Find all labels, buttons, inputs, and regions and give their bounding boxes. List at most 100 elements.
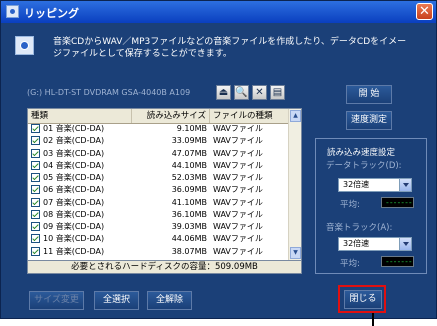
table-row[interactable]: 08 音楽(CD-DA) 36.10MB WAVファイル: [28, 209, 290, 221]
search-button[interactable]: 🔍: [234, 85, 249, 100]
eject-icon: ⏏: [218, 87, 229, 98]
table-row[interactable]: 07 音楽(CD-DA) 41.10MB WAVファイル: [28, 197, 290, 209]
start-button[interactable]: 開 始: [346, 85, 392, 104]
track-checkbox[interactable]: [31, 234, 40, 244]
table-row[interactable]: 10 音楽(CD-DA) 44.06MB WAVファイル: [28, 233, 290, 245]
track-file-type: WAVファイル: [213, 136, 263, 146]
track-size: 36.09MB: [171, 185, 207, 195]
list-header: 種類 読み込みサイズ ファイルの種類: [28, 109, 290, 124]
track-file-type: WAVファイル: [213, 148, 263, 158]
refresh-search-button[interactable]: ✕: [252, 85, 267, 100]
data-average-value: -------: [385, 198, 413, 207]
track-size: 9.10MB: [176, 124, 207, 133]
track-checkbox[interactable]: [31, 246, 40, 256]
track-name: 01 音楽(CD-DA): [43, 124, 105, 133]
audio-track-speed-value: 32倍速: [343, 239, 370, 248]
track-size: 39.03MB: [171, 222, 207, 231]
table-row[interactable]: 11 音楽(CD-DA) 38.07MB WAVファイル: [28, 246, 290, 258]
select-all-button[interactable]: 全選択: [94, 291, 139, 310]
track-checkbox[interactable]: [31, 173, 40, 182]
track-size: 47.07MB: [171, 148, 207, 158]
track-checkbox[interactable]: [31, 148, 40, 158]
track-name: 04 音楽(CD-DA): [43, 160, 105, 170]
audio-track-speed-select[interactable]: 32倍速: [338, 237, 412, 251]
track-checkbox[interactable]: [31, 124, 40, 133]
info-icon: ▤: [272, 87, 283, 98]
close-button-highlight: [338, 285, 386, 313]
track-name: 06 音楽(CD-DA): [43, 185, 105, 195]
track-checkbox[interactable]: [31, 222, 40, 231]
track-size: 33.09MB: [171, 136, 207, 146]
cd-icon: [15, 36, 34, 55]
track-checkbox[interactable]: [31, 209, 40, 219]
audio-average-display: -------: [381, 256, 414, 267]
track-file-type: WAVファイル: [213, 222, 263, 231]
title-bar[interactable]: リッピング ✕: [1, 1, 436, 23]
deselect-all-button[interactable]: 全解除: [147, 291, 192, 310]
track-file-type: WAVファイル: [213, 160, 263, 170]
table-row[interactable]: 09 音楽(CD-DA) 39.03MB WAVファイル: [28, 221, 290, 233]
chevron-down-icon[interactable]: [399, 238, 411, 250]
track-name: 09 音楽(CD-DA): [43, 222, 105, 231]
track-name: 10 音楽(CD-DA): [43, 234, 105, 244]
data-track-speed-value: 32倍速: [343, 180, 370, 189]
scroll-down-icon[interactable]: ▼: [290, 247, 301, 259]
column-header-type[interactable]: 種類: [28, 109, 132, 123]
data-average-display: -------: [381, 197, 414, 208]
data-track-speed-select[interactable]: 32倍速: [338, 178, 412, 192]
track-name: 07 音楽(CD-DA): [43, 197, 105, 207]
track-size: 44.10MB: [171, 160, 207, 170]
size-change-button[interactable]: サイズ変更: [29, 291, 84, 310]
track-file-type: WAVファイル: [213, 209, 263, 219]
eject-button[interactable]: ⏏: [216, 85, 231, 100]
ripping-window: リッピング ✕ 音楽CDからWAV／MP3ファイルなどの音楽ファイルを作成したり…: [0, 0, 437, 319]
track-size: 38.07MB: [171, 246, 207, 256]
measure-speed-button[interactable]: 速度測定: [346, 111, 392, 130]
annotation-pointer: [372, 313, 374, 326]
table-row[interactable]: 02 音楽(CD-DA) 33.09MB WAVファイル: [28, 135, 290, 147]
track-size: 52.03MB: [171, 173, 207, 182]
table-row[interactable]: 03 音楽(CD-DA) 47.07MB WAVファイル: [28, 148, 290, 160]
track-name: 02 音楽(CD-DA): [43, 136, 105, 146]
table-row[interactable]: 01 音楽(CD-DA) 9.10MB WAVファイル: [28, 123, 290, 135]
track-checkbox[interactable]: [31, 197, 40, 207]
close-window-button[interactable]: ✕: [416, 3, 433, 20]
track-size: 44.06MB: [171, 234, 207, 244]
table-row[interactable]: 04 音楽(CD-DA) 44.10MB WAVファイル: [28, 160, 290, 172]
track-file-type: WAVファイル: [213, 173, 263, 182]
list-scrollbar[interactable]: ▲ ▼: [288, 109, 301, 260]
track-file-type: WAVファイル: [213, 124, 263, 133]
search-icon: 🔍: [235, 87, 248, 98]
column-header-size[interactable]: 読み込みサイズ: [132, 109, 210, 123]
track-size: 41.10MB: [171, 197, 207, 207]
track-list[interactable]: 種類 読み込みサイズ ファイルの種類 01 音楽(CD-DA) 9.10MB WAV…: [27, 108, 302, 261]
scroll-up-icon[interactable]: ▲: [290, 110, 301, 122]
description-text: 音楽CDからWAV／MP3ファイルなどの音楽ファイルを作成したり、データCDをイ…: [53, 37, 407, 59]
table-row[interactable]: 06 音楽(CD-DA) 36.09MB WAVファイル: [28, 184, 290, 196]
chevron-down-icon[interactable]: [399, 179, 411, 191]
track-checkbox[interactable]: [31, 185, 40, 195]
track-name: 11 音楽(CD-DA): [43, 246, 105, 256]
table-row[interactable]: 05 音楽(CD-DA) 52.03MB WAVファイル: [28, 172, 290, 184]
app-icon: [6, 5, 19, 18]
track-rows: 01 音楽(CD-DA) 9.10MB WAVファイル 02 音楽(CD-DA) 33.…: [28, 123, 290, 258]
audio-average-label: 平均:: [340, 259, 360, 269]
track-checkbox[interactable]: [31, 136, 40, 146]
speed-settings-panel: データトラック(D): 32倍速 平均: ------- 音楽トラック(A): …: [315, 138, 427, 274]
track-checkbox[interactable]: [31, 160, 40, 170]
info-button[interactable]: ▤: [270, 85, 285, 100]
data-track-label: データトラック(D):: [326, 161, 402, 171]
track-name: 03 音楽(CD-DA): [43, 148, 105, 158]
column-header-file-type[interactable]: ファイルの種類: [210, 109, 290, 123]
drive-label: (G:) HL-DT-ST DVDRAM GSA-4040B A109: [27, 88, 191, 97]
track-file-type: WAVファイル: [213, 197, 263, 207]
audio-average-value: -------: [385, 257, 413, 266]
track-file-type: WAVファイル: [213, 185, 263, 195]
track-name: 08 音楽(CD-DA): [43, 209, 105, 219]
data-average-label: 平均:: [340, 200, 360, 210]
window-title: リッピング: [24, 7, 79, 20]
audio-track-label: 音楽トラック(A):: [326, 223, 393, 233]
track-file-type: WAVファイル: [213, 234, 263, 244]
track-size: 36.10MB: [171, 209, 207, 219]
refresh-search-icon: ✕: [255, 87, 264, 98]
